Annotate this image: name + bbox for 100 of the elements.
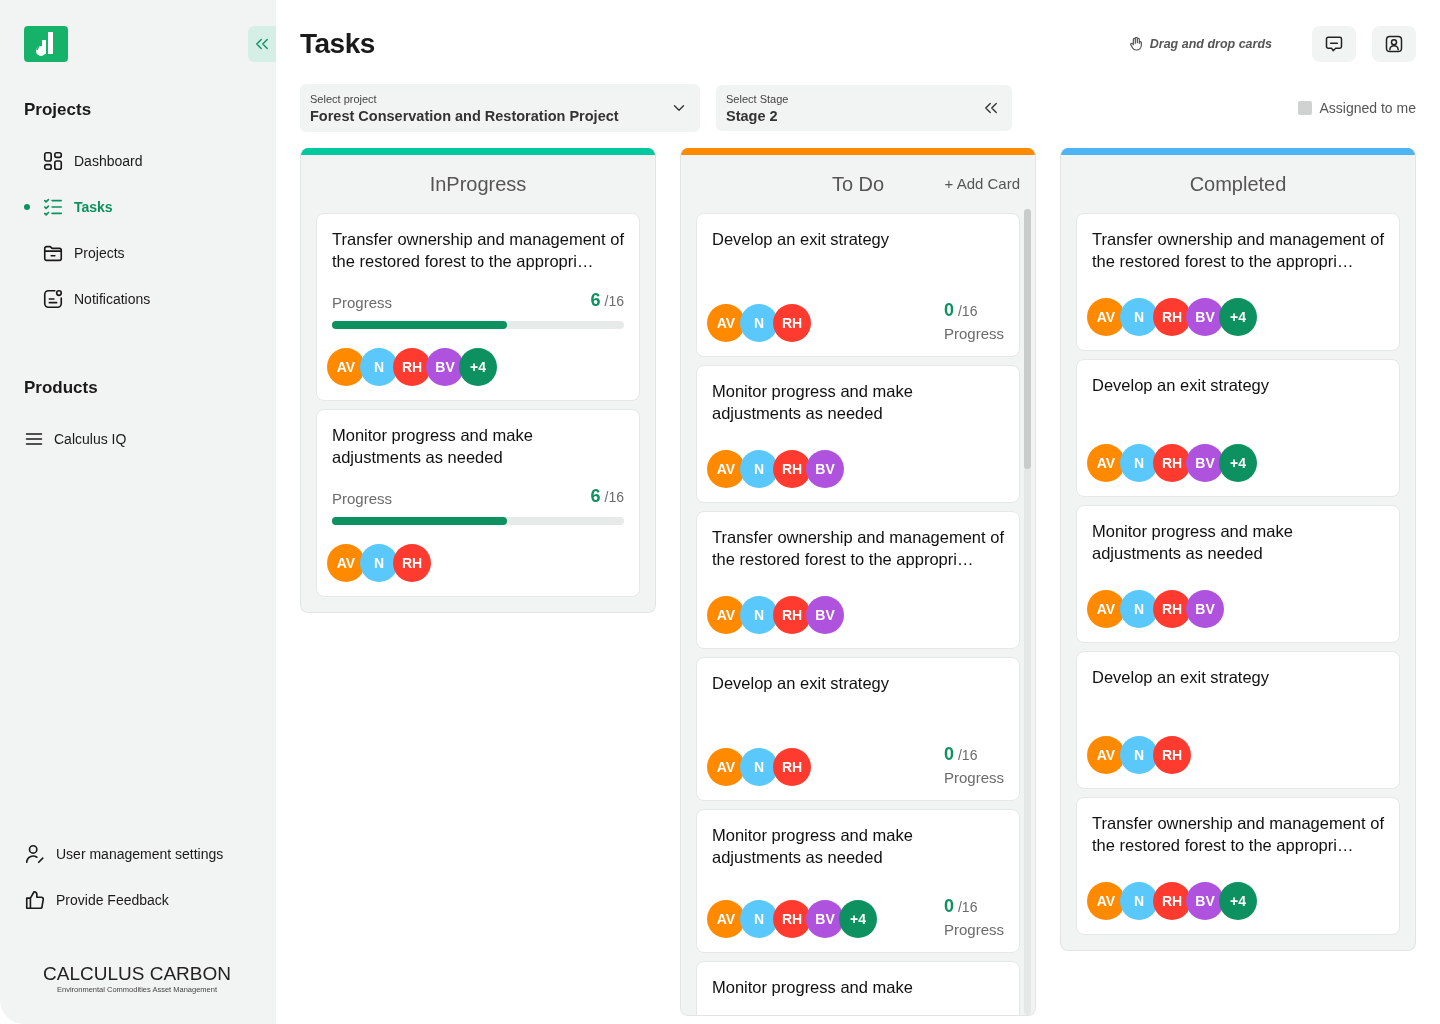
avatar: AV [707, 748, 745, 786]
task-title: Monitor progress and make [712, 977, 914, 998]
nav-item[interactable]: Projects [24, 230, 276, 276]
add-card-button[interactable]: + Add Card [944, 175, 1020, 192]
progress-label: Progress [332, 294, 393, 311]
avatar: BV [1186, 444, 1224, 482]
progress-count: 0 /16 [943, 896, 978, 917]
avatar: N [1120, 590, 1158, 628]
page-title: Tasks [300, 28, 375, 60]
avatar: N [1120, 444, 1158, 482]
avatar: RH [773, 900, 811, 938]
avatar: BV [1186, 298, 1224, 336]
progress-label: Progress [332, 490, 393, 507]
avatar: AV [1087, 444, 1125, 482]
avatar: N [740, 900, 778, 938]
avatar: RH [773, 304, 811, 342]
avatar: +4 [1219, 444, 1257, 482]
progress-count: 0 /16 [943, 744, 978, 765]
avatar: N [1120, 298, 1158, 336]
column-title: InProgress [429, 172, 527, 196]
avatar: AV [707, 596, 745, 634]
avatar: +4 [1219, 882, 1257, 920]
task-title: Develop an exit strategy [712, 673, 890, 694]
avatar: BV [806, 450, 844, 488]
avatar: AV [1087, 882, 1125, 920]
avatar: BV [1186, 590, 1224, 628]
collapse-button[interactable] [248, 26, 276, 62]
user-icon [1384, 34, 1404, 54]
avatar: AV [1087, 298, 1125, 336]
avatar: RH [1153, 590, 1191, 628]
progress-count: 6 /16 [590, 486, 624, 507]
nav-item[interactable]: Calculus IQ [24, 416, 276, 462]
scrollbar[interactable] [1024, 209, 1031, 1015]
progress-label: Progress [943, 769, 1004, 786]
section-heading: Products [24, 378, 99, 398]
task-title: Transfer ownership and management of the restored forest to the appropri… [712, 527, 1004, 570]
avatar: N [740, 748, 778, 786]
avatar: +4 [1219, 298, 1257, 336]
brand-name: CALCULUS CARBON [43, 963, 231, 985]
progress-label: Progress [943, 325, 1004, 342]
avatar: +4 [839, 900, 877, 938]
notification-icon [42, 288, 64, 310]
nav-item[interactable]: Notifications [24, 276, 276, 322]
avatar: AV [707, 450, 745, 488]
avatar: AV [707, 900, 745, 938]
task-title: Monitor progress and make adjustments as needed [712, 381, 914, 424]
task-title: Develop an exit strategy [712, 229, 890, 250]
avatar: AV [1087, 736, 1125, 774]
avatar: N [740, 596, 778, 634]
hand-icon [1127, 36, 1144, 52]
task-title: Monitor progress and make adjustments as needed [332, 425, 534, 468]
chat-button[interactable] [1312, 26, 1356, 62]
avatar: N [1120, 882, 1158, 920]
avatar: N [1120, 736, 1158, 774]
avatar: AV [1087, 590, 1125, 628]
avatar: RH [1153, 444, 1191, 482]
avatar: +4 [459, 348, 497, 386]
thumbs-up-icon [24, 889, 46, 911]
avatar: RH [1153, 298, 1191, 336]
logo-icon [24, 26, 68, 62]
avatar: AV [327, 348, 365, 386]
avatar: RH [393, 544, 431, 582]
assigned-checkbox[interactable]: Assigned to me [1297, 100, 1416, 116]
avatar: BV [806, 596, 844, 634]
active-dot [24, 204, 30, 210]
task-title: Develop an exit strategy [1092, 667, 1270, 688]
section-heading: Projects [24, 100, 93, 120]
task-title: Transfer ownership and management of the restored forest to the appropri… [1092, 813, 1384, 856]
nav-item[interactable]: Dashboard [24, 138, 276, 184]
progress-label: Progress [943, 921, 1004, 938]
avatar: N [360, 348, 398, 386]
task-title: Transfer ownership and management of the restored forest to the appropri… [1092, 229, 1384, 272]
nav-item[interactable]: Provide Feedback [24, 877, 276, 923]
task-title: Transfer ownership and management of the restored forest to the appropri… [332, 229, 624, 272]
avatar: RH [1153, 736, 1191, 774]
avatar: N [740, 304, 778, 342]
column-title: To Do [831, 172, 885, 196]
stage-select[interactable]: Select Stage Stage 2 [716, 85, 1012, 131]
nav-item[interactable]: Tasks [24, 184, 276, 230]
avatar: AV [327, 544, 365, 582]
avatar: AV [707, 304, 745, 342]
avatar: RH [773, 450, 811, 488]
dashboard-icon [42, 150, 64, 172]
avatar: RH [773, 748, 811, 786]
chat-icon [1324, 34, 1344, 54]
project-select[interactable]: Select project Forest Conservation and Restoration Project [300, 84, 700, 132]
profile-button[interactable] [1372, 26, 1416, 62]
column-title: Completed [1189, 172, 1287, 196]
checklist-icon [42, 196, 64, 218]
checkbox[interactable] [1297, 101, 1312, 115]
avatar: RH [393, 348, 431, 386]
avatar: N [740, 450, 778, 488]
avatar: BV [1186, 882, 1224, 920]
task-title: Monitor progress and make adjustments as needed [1092, 521, 1294, 564]
nav-item[interactable]: User management settings [24, 831, 276, 877]
avatar: RH [773, 596, 811, 634]
avatar: RH [1153, 882, 1191, 920]
progress-count: 6 /16 [590, 290, 624, 311]
avatar: BV [806, 900, 844, 938]
avatar: N [360, 544, 398, 582]
